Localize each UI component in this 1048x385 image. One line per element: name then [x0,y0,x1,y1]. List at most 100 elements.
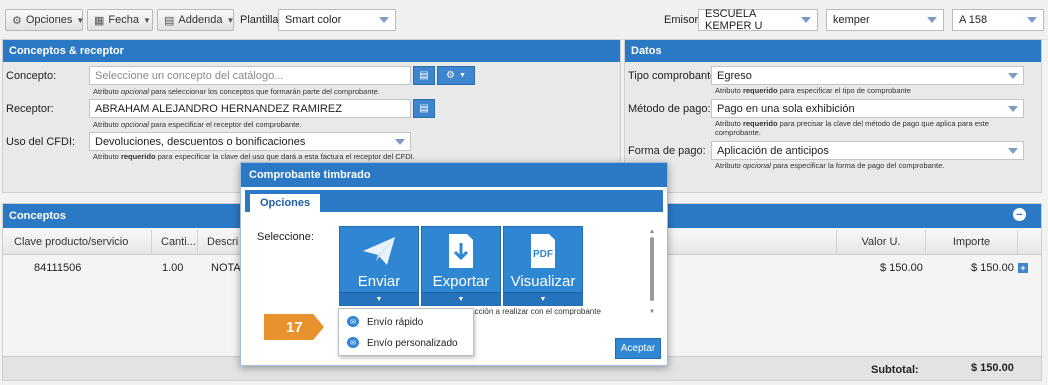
cfdi-hint: Atributo requerido para especificar la c… [93,152,415,161]
fecha-label: Fecha [108,14,139,26]
menu-item-envio-personalizado[interactable]: ✉ Envío personalizado [339,332,473,354]
menu-item-label: Envío personalizado [367,337,458,349]
user-value: kemper [833,14,870,26]
receptor-hint: Atributo opcional para especificar el re… [93,120,302,129]
concepto-hint: Atributo opcional para seleccionar los c… [93,87,380,96]
collapse-icon[interactable]: − [1013,208,1026,221]
plantilla-label: Plantilla: [240,14,282,26]
envelope-icon: ✉ [347,316,359,327]
visualizar-button[interactable]: PDF Visualizar ▼ [503,226,583,306]
metodo-hint: Atributo requerido para precisar la clav… [715,119,989,137]
column-header-clave[interactable]: Clave producto/servicio [6,230,152,254]
serie-select[interactable]: A 158 [952,9,1044,31]
chevron-down-icon[interactable]: ▼ [340,292,418,305]
seleccione-label: Seleccione: [257,231,314,243]
chevron-down-icon[interactable]: ▼ [422,292,500,305]
enviar-button[interactable]: Enviar ▼ [339,226,419,306]
concepto-catalog-button[interactable]: ▤ [413,66,435,85]
scroll-down-icon[interactable]: ▼ [649,309,655,315]
step-badge: 17 [264,314,324,340]
visualizar-label: Visualizar [510,273,576,290]
fecha-button[interactable]: ▦ Fecha ▼ [87,9,153,31]
emisor-label: Emisor [664,14,699,26]
menu-item-envio-rapido[interactable]: ✉ Envío rápido [339,311,473,333]
tab-opciones[interactable]: Opciones [249,193,322,212]
concepto-label: Concepto: [6,70,57,82]
cfdi-select[interactable]: Devoluciones, descuentos o bonificacione… [89,132,411,151]
chevron-down-icon[interactable]: ▼ [504,292,582,305]
dialog-scrollbar[interactable]: ▲ ▼ [649,229,655,319]
chevron-down-icon [1008,105,1018,112]
scroll-thumb[interactable] [650,237,654,301]
download-icon [449,234,473,268]
tipo-value: Egreso [717,69,752,82]
subtotal-label: Subtotal: [871,364,919,376]
exportar-label: Exportar [432,273,490,290]
plantilla-select[interactable]: Smart color [278,9,396,31]
metodo-select[interactable]: Pago en una sola exhibición [711,99,1024,118]
tipo-label: Tipo comprobante: [628,70,720,82]
user-select[interactable]: kemper [826,9,944,31]
concepto-input[interactable]: Seleccione un concepto del catálogo... [89,66,411,85]
opciones-button[interactable]: ⚙ Opciones ▼ [5,9,85,31]
subtotal-value: $ 150.00 [971,362,1014,374]
enviar-dropdown-menu: ✉ Envío rápido ✉ Envío personalizado [338,308,474,356]
chevron-down-icon [395,138,405,145]
tipo-select[interactable]: Egreso [711,66,1024,85]
chevron-down-icon: ▼ [459,72,466,79]
serie-value: A 158 [959,14,988,26]
document-icon: ▤ [164,14,175,27]
metodo-label: Método de pago: [628,103,711,115]
cfdi-label: Uso del CFDI: [6,136,76,148]
cell-importe: $ 150.00 [971,262,1014,274]
aceptar-button[interactable]: Aceptar [615,338,661,359]
cell-descripcion: NOTA [211,262,241,274]
column-header-cantidad[interactable]: Canti... [153,230,198,254]
calendar-icon: ▦ [94,14,105,27]
opciones-label: Opciones [25,14,73,26]
forma-select[interactable]: Aplicación de anticipos [711,141,1024,160]
tipo-hint: Atributo requerido para especificar el t… [715,86,911,95]
expand-row-icon[interactable]: + [1018,263,1028,273]
cell-clave: 84111506 [34,262,82,274]
dialog-tabbar: Opciones [245,190,663,212]
metodo-value: Pago en una sola exhibición [717,102,855,115]
plantilla-value: Smart color [285,14,342,26]
chevron-down-icon [1008,147,1018,154]
forma-label: Forma de pago: [628,145,706,157]
panel-title: Datos [625,40,1041,62]
cell-cantidad: 1.00 [162,262,184,274]
gear-icon: ⚙ [12,14,22,27]
scroll-up-icon[interactable]: ▲ [649,229,655,235]
pdf-icon: PDF [531,234,555,268]
concepto-settings-button[interactable]: ⚙ ▼ [437,66,475,85]
exportar-button[interactable]: Exportar ▼ [421,226,501,306]
paper-plane-icon [363,237,395,265]
menu-item-label: Envío rápido [367,316,424,328]
emisor-value: ESCUELA KEMPER U [705,8,763,32]
chevron-down-icon: ▼ [76,15,85,25]
dialog-title: Comprobante timbrado [241,163,667,187]
column-header-valor[interactable]: Valor U. [836,230,926,254]
receptor-label: Receptor: [6,103,54,115]
addenda-label: Addenda [178,14,223,26]
gear-icon: ⚙ [446,70,456,81]
cell-valor: $ 150.00 [880,262,923,274]
emisor-select[interactable]: ESCUELA KEMPER U [698,8,818,32]
chevron-down-icon [801,17,811,23]
forma-value: Aplicación de anticipos [717,144,829,157]
chevron-down-icon [1008,72,1018,79]
chevron-down-icon [927,17,937,23]
receptor-input[interactable]: ABRAHAM ALEJANDRO HERNANDEZ RAMIREZ [89,99,411,118]
chevron-down-icon [379,17,389,23]
column-header-importe[interactable]: Importe [926,230,1018,254]
chevron-down-icon: ▼ [226,15,235,25]
addenda-button[interactable]: ▤ Addenda ▼ [157,9,234,31]
envelope-open-icon: ✉ [347,337,359,348]
forma-hint: Atributo opcional para especificar la fo… [715,161,945,170]
chevron-down-icon: ▼ [142,15,151,25]
receptor-catalog-button[interactable]: ▤ [413,99,435,118]
chevron-down-icon [1027,17,1037,23]
panel-title: Conceptos & receptor [3,40,620,62]
svg-text:PDF: PDF [533,249,553,260]
